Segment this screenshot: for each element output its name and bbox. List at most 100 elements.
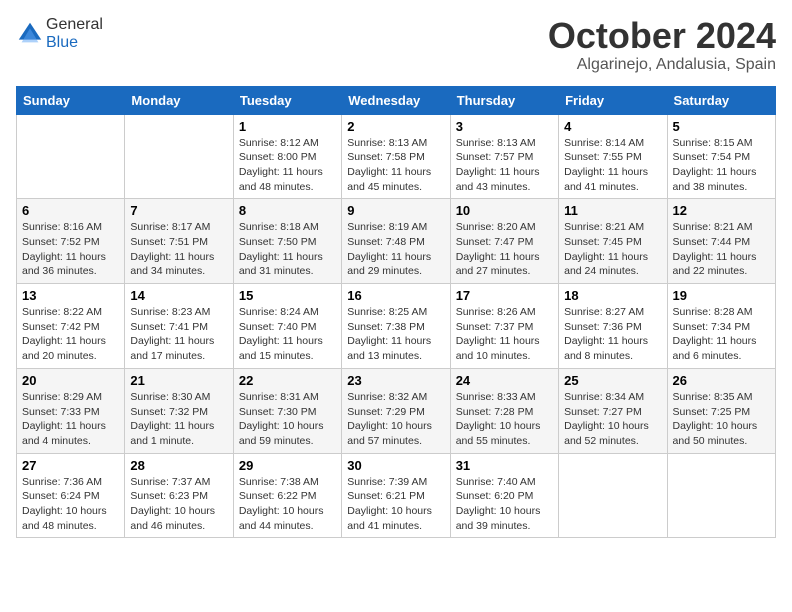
calendar-cell: 15Sunrise: 8:24 AMSunset: 7:40 PMDayligh…: [233, 284, 341, 369]
calendar-cell: [17, 114, 125, 199]
calendar-cell: 19 Sunrise: 8:28 AMSunset: 7:34 PMDayligh…: [667, 284, 775, 369]
day-info: Sunrise: 8:13 AMSunset: 7:58 PMDaylight:…: [347, 136, 444, 195]
day-number: 10: [456, 203, 553, 218]
calendar-cell: 16 Sunrise: 8:25 AMSunset: 7:38 PMDayligh…: [342, 284, 450, 369]
calendar-cell: 21 Sunrise: 8:30 AMSunset: 7:32 PMDayligh…: [125, 368, 233, 453]
day-info: Sunrise: 8:12 AMSunset: 8:00 PMDaylight:…: [239, 136, 336, 195]
day-info: Sunrise: 8:26 AMSunset: 7:37 PMDaylight:…: [456, 305, 553, 364]
day-number: 24: [456, 373, 553, 388]
day-number: 26: [673, 373, 770, 388]
day-number: 13: [22, 288, 119, 303]
logo-icon: [16, 20, 44, 48]
day-number: 28: [130, 458, 227, 473]
day-info: Sunrise: 8:23 AMSunset: 7:41 PMDaylight:…: [130, 305, 227, 364]
day-number: 19: [673, 288, 770, 303]
calendar-cell: 9Sunrise: 8:19 AMSunset: 7:48 PMDaylight…: [342, 199, 450, 284]
title-block: October 2024 Algarinejo, Andalusia, Spai…: [548, 16, 776, 74]
day-info: Sunrise: 8:21 AMSunset: 7:45 PMDaylight:…: [564, 220, 661, 279]
day-info: Sunrise: 7:39 AMSunset: 6:21 PMDaylight:…: [347, 475, 444, 534]
weekday-header-row: SundayMondayTuesdayWednesdayThursdayFrid…: [17, 86, 776, 114]
calendar-cell: 1Sunrise: 8:12 AMSunset: 8:00 PMDaylight…: [233, 114, 341, 199]
logo: General Blue: [16, 16, 103, 52]
day-info: Sunrise: 8:27 AMSunset: 7:36 PMDaylight:…: [564, 305, 661, 364]
day-number: 7: [130, 203, 227, 218]
day-number: 4: [564, 119, 661, 134]
day-number: 11: [564, 203, 661, 218]
day-number: 2: [347, 119, 444, 134]
day-number: 17: [456, 288, 553, 303]
day-number: 16: [347, 288, 444, 303]
logo-general-text: General: [46, 16, 103, 33]
day-number: 20: [22, 373, 119, 388]
day-number: 18: [564, 288, 661, 303]
day-info: Sunrise: 8:29 AMSunset: 7:33 PMDaylight:…: [22, 390, 119, 449]
day-info: Sunrise: 7:37 AMSunset: 6:23 PMDaylight:…: [130, 475, 227, 534]
calendar-cell: 29 Sunrise: 7:38 AMSunset: 6:22 PMDayligh…: [233, 453, 341, 538]
calendar-cell: 5Sunrise: 8:15 AMSunset: 7:54 PMDaylight…: [667, 114, 775, 199]
calendar-cell: 4 Sunrise: 8:14 AMSunset: 7:55 PMDaylight…: [559, 114, 667, 199]
day-number: 21: [130, 373, 227, 388]
day-number: 29: [239, 458, 336, 473]
weekday-header: Friday: [559, 86, 667, 114]
day-info: Sunrise: 8:32 AMSunset: 7:29 PMDaylight:…: [347, 390, 444, 449]
day-number: 3: [456, 119, 553, 134]
calendar-cell: 25 Sunrise: 8:34 AMSunset: 7:27 PMDayligh…: [559, 368, 667, 453]
calendar-cell: 6Sunrise: 8:16 AMSunset: 7:52 PMDaylight…: [17, 199, 125, 284]
calendar-cell: [125, 114, 233, 199]
day-info: Sunrise: 8:18 AMSunset: 7:50 PMDaylight:…: [239, 220, 336, 279]
day-info: Sunrise: 8:17 AMSunset: 7:51 PMDaylight:…: [130, 220, 227, 279]
weekday-header: Monday: [125, 86, 233, 114]
day-info: Sunrise: 8:34 AMSunset: 7:27 PMDaylight:…: [564, 390, 661, 449]
day-info: Sunrise: 8:15 AMSunset: 7:54 PMDaylight:…: [673, 136, 770, 195]
day-info: Sunrise: 8:22 AMSunset: 7:42 PMDaylight:…: [22, 305, 119, 364]
day-info: Sunrise: 8:35 AMSunset: 7:25 PMDaylight:…: [673, 390, 770, 449]
calendar-cell: 28 Sunrise: 7:37 AMSunset: 6:23 PMDayligh…: [125, 453, 233, 538]
calendar-cell: 31Sunrise: 7:40 AMSunset: 6:20 PMDayligh…: [450, 453, 558, 538]
day-number: 23: [347, 373, 444, 388]
weekday-header: Sunday: [17, 86, 125, 114]
calendar-cell: [667, 453, 775, 538]
day-info: Sunrise: 8:20 AMSunset: 7:47 PMDaylight:…: [456, 220, 553, 279]
calendar-cell: 10 Sunrise: 8:20 AMSunset: 7:47 PMDayligh…: [450, 199, 558, 284]
day-info: Sunrise: 8:19 AMSunset: 7:48 PMDaylight:…: [347, 220, 444, 279]
day-info: Sunrise: 7:40 AMSunset: 6:20 PMDaylight:…: [456, 475, 553, 534]
calendar-cell: 18 Sunrise: 8:27 AMSunset: 7:36 PMDayligh…: [559, 284, 667, 369]
calendar-cell: 3 Sunrise: 8:13 AMSunset: 7:57 PMDaylight…: [450, 114, 558, 199]
day-number: 12: [673, 203, 770, 218]
calendar-cell: 11 Sunrise: 8:21 AMSunset: 7:45 PMDayligh…: [559, 199, 667, 284]
calendar-cell: [559, 453, 667, 538]
day-number: 14: [130, 288, 227, 303]
day-number: 30: [347, 458, 444, 473]
day-info: Sunrise: 8:33 AMSunset: 7:28 PMDaylight:…: [456, 390, 553, 449]
day-number: 22: [239, 373, 336, 388]
day-info: Sunrise: 8:14 AMSunset: 7:55 PMDaylight:…: [564, 136, 661, 195]
day-info: Sunrise: 8:13 AMSunset: 7:57 PMDaylight:…: [456, 136, 553, 195]
calendar-cell: 23 Sunrise: 8:32 AMSunset: 7:29 PMDayligh…: [342, 368, 450, 453]
calendar-cell: 17 Sunrise: 8:26 AMSunset: 7:37 PMDayligh…: [450, 284, 558, 369]
logo-blue-text: Blue: [46, 34, 78, 51]
day-info: Sunrise: 8:30 AMSunset: 7:32 PMDaylight:…: [130, 390, 227, 449]
calendar-cell: 27 Sunrise: 7:36 AMSunset: 6:24 PMDayligh…: [17, 453, 125, 538]
calendar-cell: 8 Sunrise: 8:18 AMSunset: 7:50 PMDaylight…: [233, 199, 341, 284]
weekday-header: Tuesday: [233, 86, 341, 114]
page-header: General Blue October 2024 Algarinejo, An…: [16, 16, 776, 74]
calendar-week-row: 20 Sunrise: 8:29 AMSunset: 7:33 PMDayligh…: [17, 368, 776, 453]
day-info: Sunrise: 7:36 AMSunset: 6:24 PMDaylight:…: [22, 475, 119, 534]
calendar-week-row: 27 Sunrise: 7:36 AMSunset: 6:24 PMDayligh…: [17, 453, 776, 538]
day-info: Sunrise: 7:38 AMSunset: 6:22 PMDaylight:…: [239, 475, 336, 534]
calendar-cell: 30 Sunrise: 7:39 AMSunset: 6:21 PMDayligh…: [342, 453, 450, 538]
day-info: Sunrise: 8:24 AMSunset: 7:40 PMDaylight:…: [239, 305, 336, 364]
day-number: 25: [564, 373, 661, 388]
day-number: 8: [239, 203, 336, 218]
day-info: Sunrise: 8:25 AMSunset: 7:38 PMDaylight:…: [347, 305, 444, 364]
weekday-header: Wednesday: [342, 86, 450, 114]
day-info: Sunrise: 8:21 AMSunset: 7:44 PMDaylight:…: [673, 220, 770, 279]
day-info: Sunrise: 8:16 AMSunset: 7:52 PMDaylight:…: [22, 220, 119, 279]
calendar-cell: 7 Sunrise: 8:17 AMSunset: 7:51 PMDaylight…: [125, 199, 233, 284]
calendar-week-row: 6Sunrise: 8:16 AMSunset: 7:52 PMDaylight…: [17, 199, 776, 284]
calendar-cell: 24 Sunrise: 8:33 AMSunset: 7:28 PMDayligh…: [450, 368, 558, 453]
day-number: 27: [22, 458, 119, 473]
calendar-cell: 12 Sunrise: 8:21 AMSunset: 7:44 PMDayligh…: [667, 199, 775, 284]
calendar-week-row: 1Sunrise: 8:12 AMSunset: 8:00 PMDaylight…: [17, 114, 776, 199]
day-info: Sunrise: 8:28 AMSunset: 7:34 PMDaylight:…: [673, 305, 770, 364]
